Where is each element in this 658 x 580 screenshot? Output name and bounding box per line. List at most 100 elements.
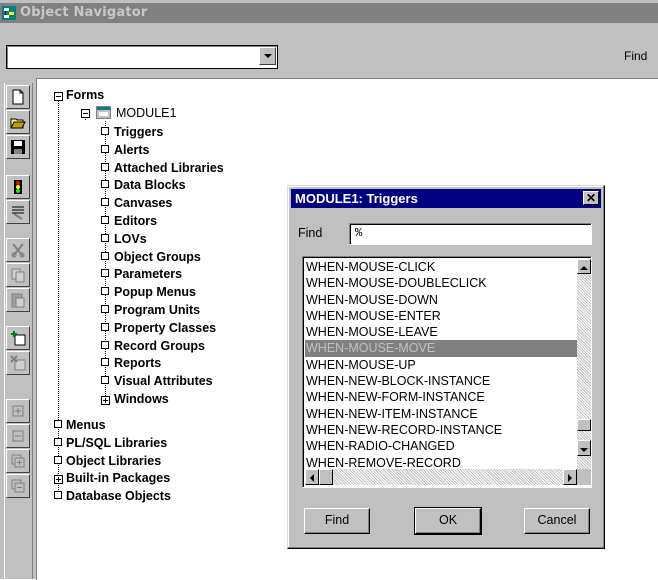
scroll-left-arrow-icon[interactable] [305, 469, 319, 485]
collapse-icon [12, 430, 24, 442]
collapse-icon[interactable] [81, 109, 91, 119]
trigger-list-item[interactable]: WHEN-NEW-FORM-INSTANCE [305, 389, 577, 405]
leaf-icon [54, 491, 62, 500]
trigger-list-item[interactable]: WHEN-RADIO-CHANGED [305, 438, 577, 454]
save-icon [11, 140, 25, 154]
leaf-icon [101, 251, 109, 260]
create-icon [11, 331, 26, 346]
close-icon[interactable]: ✕ [583, 191, 599, 205]
scroll-down-arrow-icon[interactable] [577, 440, 591, 456]
tree-node-popup-menus[interactable]: Popup Menus [114, 284, 196, 300]
tree-node-record-groups[interactable]: Record Groups [114, 338, 205, 354]
tree-node-property-classes[interactable]: Property Classes [114, 320, 216, 336]
new-button[interactable] [6, 85, 30, 109]
trigger-list-item[interactable]: WHEN-REMOVE-RECORD [305, 455, 577, 469]
tree-node-editors[interactable]: Editors [114, 213, 157, 229]
run-icon [14, 180, 22, 194]
tree-node-triggers[interactable]: Triggers [114, 124, 163, 140]
tree-node-built-in-packages[interactable]: Built-in Packages [66, 470, 170, 486]
navigator-location-combo[interactable] [6, 45, 278, 69]
delete-icon [10, 355, 26, 371]
trigger-list-item[interactable]: WHEN-NEW-BLOCK-INSTANCE [305, 373, 577, 389]
copy-icon [11, 268, 25, 283]
tree-node-forms[interactable]: Forms [66, 87, 104, 103]
vertical-toolbar [4, 83, 33, 579]
scroll-up-arrow-icon[interactable] [577, 259, 591, 274]
trigger-list-item[interactable]: WHEN-MOUSE-DOWN [305, 292, 577, 308]
leaf-icon [101, 340, 109, 349]
scroll-right-arrow-icon[interactable] [563, 469, 577, 485]
leaf-icon [54, 455, 62, 464]
trigger-list-item[interactable]: WHEN-MOUSE-ENTER [305, 308, 577, 324]
object-navigator-window: Object Navigator Find Forms MODULE1 Trig… [0, 0, 658, 580]
new-icon [12, 89, 24, 105]
expand-icon [12, 405, 24, 417]
chevron-down-icon[interactable] [259, 47, 276, 65]
tree-node-program-units[interactable]: Program Units [114, 302, 200, 318]
tree-node-lovs[interactable]: LOVs [114, 231, 147, 247]
triggers-listbox[interactable]: WHEN-MOUSE-CLICK WHEN-MOUSE-DOUBLECLICK WH… [302, 256, 592, 488]
trigger-list-item[interactable]: WHEN-MOUSE-LEAVE [305, 324, 577, 340]
expand-button[interactable] [6, 399, 30, 423]
leaf-icon [54, 420, 62, 428]
dialog-find-button[interactable]: Find [304, 508, 370, 534]
horizontal-scrollbar[interactable] [305, 469, 577, 485]
dialog-find-input[interactable]: % [349, 223, 592, 245]
trigger-list-item[interactable]: WHEN-NEW-RECORD-INSTANCE [305, 422, 577, 438]
trigger-list-item[interactable]: WHEN-MOUSE-UP [305, 357, 577, 373]
dialog-titlebar[interactable]: MODULE1: Triggers ✕ [291, 189, 601, 208]
tree-node-visual-attributes[interactable]: Visual Attributes [114, 373, 213, 389]
dialog-title: MODULE1: Triggers [295, 191, 418, 206]
tree-node-alerts[interactable]: Alerts [114, 142, 149, 158]
trigger-list-item[interactable]: WHEN-MOUSE-DOUBLECLICK [305, 275, 577, 291]
debug-button[interactable] [6, 200, 30, 224]
cut-button[interactable] [6, 238, 30, 262]
leaf-icon [101, 198, 109, 207]
save-button[interactable] [6, 135, 30, 159]
tree-node-attached-libraries[interactable]: Attached Libraries [114, 160, 224, 176]
leaf-icon [101, 162, 109, 171]
leaf-icon [101, 358, 109, 367]
dialog-cancel-button[interactable]: Cancel [524, 508, 590, 534]
object-navigator-icon [2, 6, 16, 20]
trigger-list-item[interactable]: WHEN-NEW-ITEM-INSTANCE [305, 406, 577, 422]
vertical-scrollbar[interactable] [577, 259, 591, 469]
tree-node-database-objects[interactable]: Database Objects [66, 488, 171, 504]
leaf-icon [101, 287, 109, 296]
tree-node-object-groups[interactable]: Object Groups [114, 249, 201, 265]
window-titlebar[interactable]: Object Navigator [0, 3, 658, 23]
copy-button[interactable] [6, 263, 30, 287]
tree-node-windows[interactable]: Windows [114, 391, 169, 407]
collapse-all-button[interactable] [6, 474, 30, 498]
tree-node-canvases[interactable]: Canvases [114, 195, 172, 211]
tree-node-reports[interactable]: Reports [114, 355, 161, 371]
tree-node-data-blocks[interactable]: Data Blocks [114, 177, 186, 193]
tree-node-pl-sql-libraries[interactable]: PL/SQL Libraries [66, 435, 167, 451]
delete-button[interactable] [6, 351, 30, 375]
collapse-icon[interactable] [54, 92, 64, 102]
expand-icon[interactable] [54, 475, 64, 485]
tree-node-parameters[interactable]: Parameters [114, 266, 182, 282]
open-button[interactable] [6, 110, 30, 134]
collapse-all-icon [11, 479, 25, 493]
window-title: Object Navigator [20, 5, 148, 20]
find-label: Find [624, 49, 648, 63]
horizontal-scroll-thumb[interactable] [319, 469, 333, 485]
tree-node-menus[interactable]: Menus [66, 417, 106, 433]
triggers-list: WHEN-MOUSE-CLICK WHEN-MOUSE-DOUBLECLICK WH… [305, 259, 577, 469]
expand-all-button[interactable] [6, 449, 30, 473]
paste-button[interactable] [6, 288, 30, 312]
leaf-icon [101, 322, 109, 331]
collapse-button[interactable] [6, 424, 30, 448]
leaf-icon [101, 144, 109, 153]
trigger-list-item[interactable]: WHEN-MOUSE-MOVE [305, 340, 577, 357]
create-button[interactable] [6, 326, 30, 350]
trigger-list-item[interactable]: WHEN-MOUSE-CLICK [305, 259, 577, 275]
dialog-ok-button[interactable]: OK [414, 507, 482, 535]
tree-node-module1[interactable]: MODULE1 [116, 105, 176, 121]
form-module-icon [96, 106, 111, 119]
run-button[interactable] [6, 175, 30, 199]
vertical-scroll-thumb[interactable] [577, 419, 591, 431]
expand-icon[interactable] [101, 396, 111, 406]
tree-node-object-libraries[interactable]: Object Libraries [66, 453, 161, 469]
